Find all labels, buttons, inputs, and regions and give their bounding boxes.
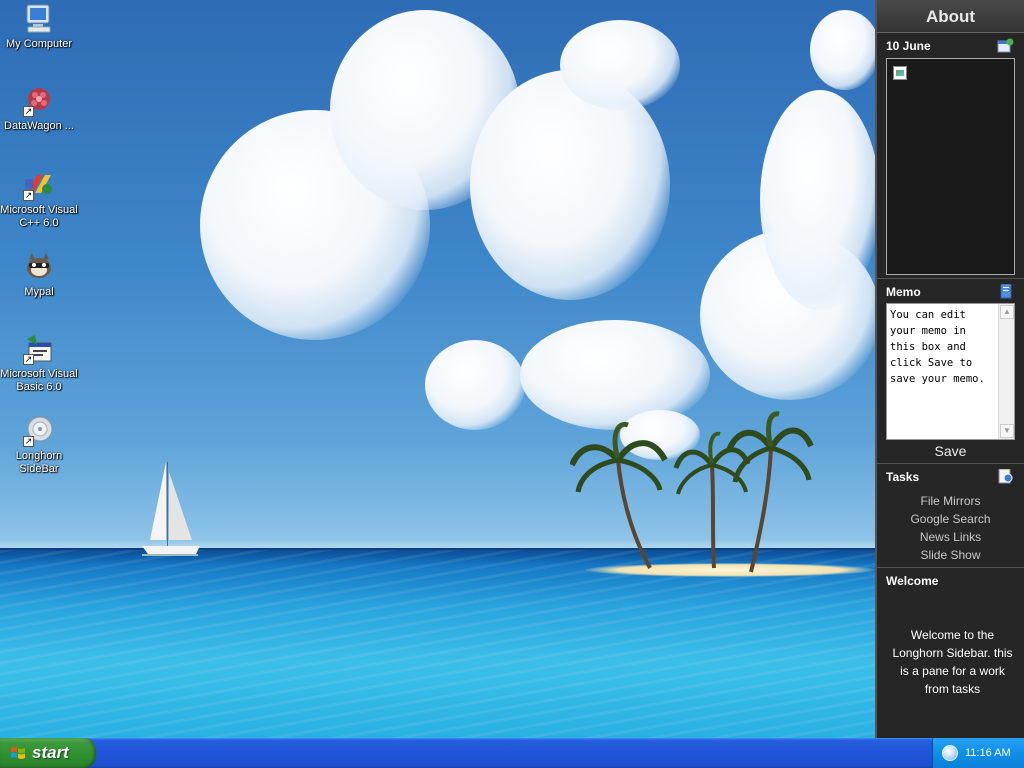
memo-icon[interactable]	[997, 284, 1014, 299]
broken-image-icon	[893, 66, 907, 80]
task-link-news-links[interactable]: News Links	[877, 528, 1024, 546]
my-computer-icon	[26, 4, 51, 33]
desktop-icon-label: Microsoft Visual C++ 6.0	[0, 204, 78, 229]
shortcut-arrow-icon: ↗	[23, 436, 34, 447]
windows-flag-icon	[11, 747, 25, 759]
palm-tree	[726, 411, 814, 573]
welcome-title: Welcome	[886, 574, 939, 588]
clock[interactable]: 11:16 AM	[965, 738, 1011, 768]
sailboat-image	[142, 462, 200, 556]
desktop-icon-visual-basic[interactable]: ↗ Microsoft Visual Basic 6.0	[0, 333, 78, 394]
memo-scrollbar[interactable]: ▲ ▼	[998, 304, 1014, 439]
shortcut-arrow-icon: ↗	[23, 106, 34, 117]
desktop-icon-label: Microsoft Visual Basic 6.0	[0, 368, 78, 393]
start-label: start	[32, 743, 69, 762]
scroll-up-icon[interactable]: ▲	[1000, 305, 1014, 319]
desktop-icon-mypal[interactable]: Mypal	[0, 251, 78, 299]
calendar-icon[interactable]	[997, 38, 1014, 53]
tasks-icon[interactable]	[997, 469, 1014, 484]
desktop-icon-my-computer[interactable]: My Computer	[0, 3, 78, 51]
palm-tree	[570, 421, 668, 569]
desktop-icon-label: Mypal	[24, 286, 54, 298]
task-link-file-mirrors[interactable]: File Mirrors	[877, 492, 1024, 510]
mypal-icon	[27, 253, 51, 278]
network-icon[interactable]	[942, 745, 958, 761]
longhorn-sidebar: About 10 June Memo You can edit your mem…	[875, 0, 1024, 738]
shortcut-arrow-icon: ↗	[23, 354, 34, 365]
scroll-down-icon[interactable]: ▼	[1000, 424, 1014, 438]
sea	[0, 550, 875, 738]
task-link-slide-show[interactable]: Slide Show	[877, 546, 1024, 564]
start-button[interactable]: start	[0, 738, 96, 768]
desktop-icon-visual-cpp[interactable]: ↗ Microsoft Visual C++ 6.0	[0, 169, 78, 230]
welcome-tile: Welcome Welcome to the Longhorn Sidebar.…	[877, 568, 1024, 738]
desktop-icon-label: Longhorn SideBar	[15, 450, 63, 475]
sidebar-header[interactable]: About	[877, 0, 1024, 33]
shortcut-arrow-icon: ↗	[23, 190, 34, 201]
memo-save-button[interactable]: Save	[877, 443, 1024, 459]
desktop-icon-label: My Computer	[5, 38, 73, 50]
calendar-picture-frame	[886, 58, 1015, 275]
desktop-icon-datawagon[interactable]: ↗ DataWagon ...	[0, 85, 78, 133]
memo-textbox[interactable]: You can edit your memo in this box and c…	[886, 303, 1015, 440]
taskbar: start 11:16 AM	[0, 738, 1024, 768]
system-tray: 11:16 AM	[932, 738, 1024, 768]
desktop-wallpaper	[0, 0, 875, 738]
desktop-icon-longhorn-sidebar[interactable]: ↗ Longhorn SideBar	[0, 415, 78, 476]
welcome-text: Welcome to the Longhorn Sidebar. this is…	[892, 628, 1013, 696]
task-link-google-search[interactable]: Google Search	[877, 510, 1024, 528]
desktop-icon-label: DataWagon ...	[4, 120, 74, 132]
tasks-tile: Tasks File Mirrors Google Search News Li…	[877, 464, 1024, 568]
memo-input[interactable]: You can edit your memo in this box and c…	[887, 304, 998, 439]
